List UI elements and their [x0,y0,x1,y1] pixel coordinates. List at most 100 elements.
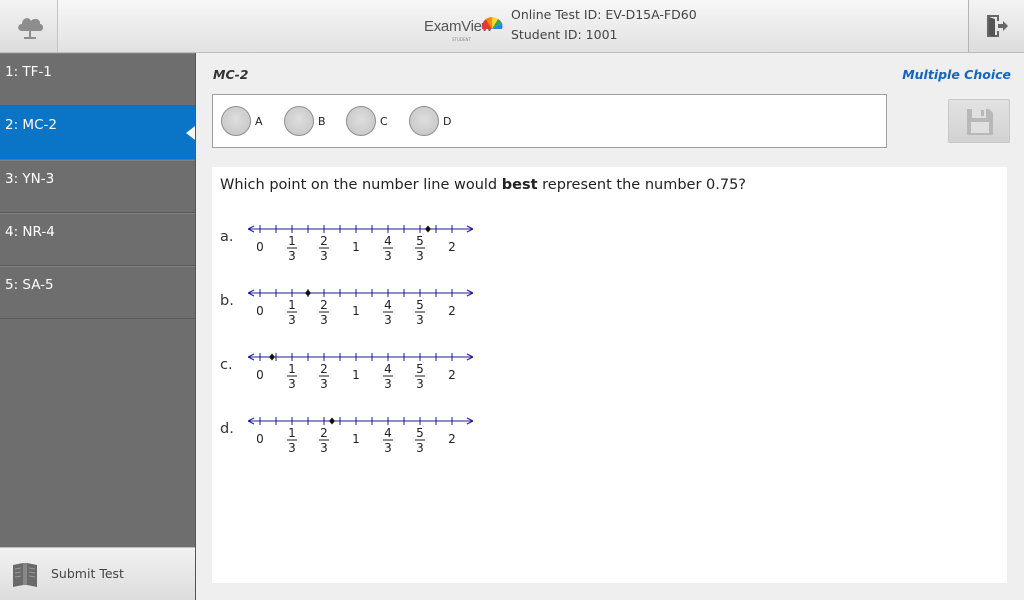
header-bar: ExamView STUDENT Online Test ID: EV-D15A… [0,0,1024,53]
tick-label-numerator: 5 [416,234,424,248]
submit-test-label: Submit Test [51,566,124,581]
tick-label: 0 [256,432,264,446]
tick-label-denominator: 3 [288,249,296,261]
stem-text-before: Which point on the number line would [220,177,502,193]
tick-label-numerator: 1 [288,234,296,248]
tick-label: 1 [352,432,360,446]
tick-label-denominator: 3 [320,441,328,453]
exit-door-icon [987,15,1008,37]
question-stem: Which point on the number line would bes… [220,177,746,193]
sidebar-item-tf-1[interactable]: 1: TF-1 [0,53,195,106]
choice-label: D [443,115,452,128]
tick-label-numerator: 4 [384,234,392,248]
tick-label-denominator: 3 [384,441,392,453]
cloud-button[interactable] [0,0,58,52]
stem-text-after: represent the number 0.75? [537,177,747,193]
tick-label-numerator: 1 [288,298,296,312]
tick-label-denominator: 3 [416,313,424,325]
tick-label-numerator: 2 [320,298,328,312]
question-panel: MC-2 Multiple Choice A B C D Which point… [197,53,1024,600]
tick-label-numerator: 5 [416,362,424,376]
tick-label-numerator: 4 [384,426,392,440]
number-line: 0 13231 43532 [248,289,474,325]
tick-label-numerator: 2 [320,362,328,376]
tick-label-numerator: 2 [320,426,328,440]
sidebar-item-label: 5: SA-5 [5,277,54,293]
plotted-point [329,417,335,425]
tick-label: 0 [256,240,264,254]
tick-label-denominator: 3 [384,249,392,261]
tick-label-denominator: 3 [320,377,328,389]
tick-label-denominator: 3 [288,313,296,325]
tick-label-denominator: 3 [288,441,296,453]
tick-label-denominator: 3 [320,249,328,261]
radio-button[interactable] [284,106,314,136]
tick-label-numerator: 1 [288,362,296,376]
number-line: 0 13231 43532 [248,225,474,261]
examview-logo: ExamView STUDENT [424,12,508,42]
tick-label: 2 [448,240,456,254]
tick-label-numerator: 5 [416,426,424,440]
plotted-point [425,225,431,233]
tick-label: 2 [448,304,456,318]
submit-test-button[interactable]: Submit Test [0,547,195,600]
cloud-icon [18,18,43,39]
sidebar-item-yn-3[interactable]: 3: YN-3 [0,160,195,213]
sidebar-item-nr-4[interactable]: 4: NR-4 [0,213,195,266]
tick-label-denominator: 3 [288,377,296,389]
question-sidebar: 1: TF-1 2: MC-2 3: YN-3 4: NR-4 5: SA-5 … [0,53,196,600]
tick-label-denominator: 3 [384,313,392,325]
plotted-point [269,353,275,361]
answer-choices-bar: A B C D [212,94,887,148]
choice-label: A [255,115,263,128]
sidebar-item-mc-2[interactable]: 2: MC-2 [0,106,195,159]
sidebar-item-sa-5[interactable]: 5: SA-5 [0,266,195,319]
sidebar-item-label: 3: YN-3 [5,171,55,187]
tick-label: 0 [256,304,264,318]
tick-label: 1 [352,304,360,318]
radio-button[interactable] [346,106,376,136]
choice-label: C [380,115,388,128]
student-id: Student ID: 1001 [511,27,618,42]
sidebar-item-label: 2: MC-2 [5,117,57,133]
tick-label: 0 [256,368,264,382]
plotted-point [305,289,311,297]
tick-label: 1 [352,240,360,254]
option-label: d. [220,421,234,437]
question-name: MC-2 [213,67,249,82]
tick-label: 2 [448,368,456,382]
number-line: 0 13231 43532 [248,353,474,389]
book-icon [13,563,37,587]
sidebar-item-label: 4: NR-4 [5,224,55,240]
tick-label-denominator: 3 [416,249,424,261]
tick-label-denominator: 3 [416,377,424,389]
tick-label-numerator: 4 [384,298,392,312]
logo-sub: STUDENT [452,37,471,42]
tick-label-denominator: 3 [416,441,424,453]
radio-button[interactable] [409,106,439,136]
question-content: Which point on the number line would bes… [212,167,1007,583]
question-type: Multiple Choice [902,67,1011,82]
tick-label-numerator: 2 [320,234,328,248]
stem-text-bold: best [501,177,538,193]
option-d: d. 01323143532 [220,415,520,475]
option-label: c. [220,357,233,373]
floppy-disk-icon [967,109,993,135]
tick-label-numerator: 1 [288,426,296,440]
tick-label-numerator: 5 [416,298,424,312]
exit-button[interactable] [968,0,1024,52]
save-button[interactable] [948,99,1010,143]
option-label: b. [220,293,234,309]
color-wheel-icon [481,17,503,29]
tick-label: 1 [352,368,360,382]
choice-label: B [318,115,326,128]
tick-label: 2 [448,432,456,446]
tick-label-denominator: 3 [384,377,392,389]
tick-label-numerator: 4 [384,362,392,376]
online-test-id: Online Test ID: EV-D15A-FD60 [511,7,697,22]
sidebar-item-label: 1: TF-1 [5,64,52,80]
radio-button[interactable] [221,106,251,136]
option-label: a. [220,229,234,245]
number-line: 0 13231 43532 [248,417,474,453]
tick-label-denominator: 3 [320,313,328,325]
